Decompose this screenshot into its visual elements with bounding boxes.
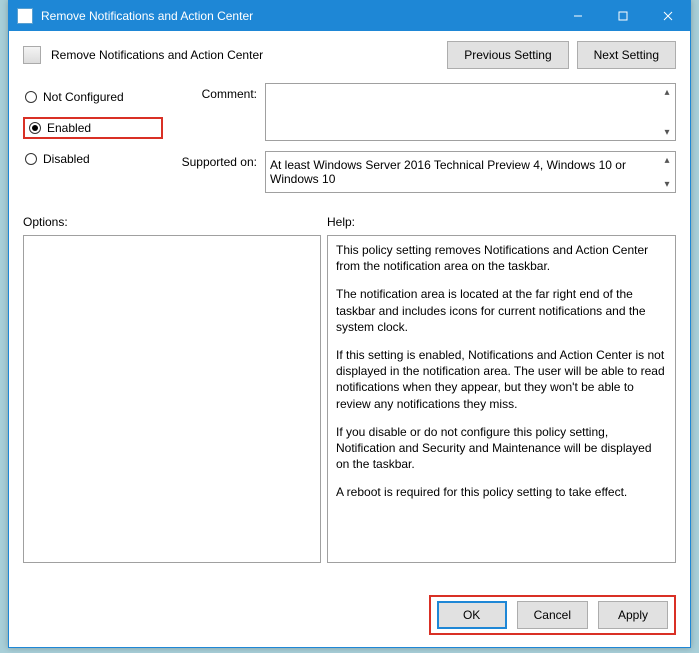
previous-setting-button[interactable]: Previous Setting [447,41,568,69]
titlebar[interactable]: Remove Notifications and Action Center [9,1,690,31]
radio-not-configured[interactable]: Not Configured [23,87,163,107]
app-icon [17,8,33,24]
help-panel: This policy setting removes Notification… [327,235,676,563]
radio-label: Disabled [43,152,90,166]
comment-input[interactable] [265,83,676,141]
next-setting-button[interactable]: Next Setting [577,41,676,69]
ok-button[interactable]: OK [437,601,507,629]
options-section-label: Options: [23,215,327,229]
radio-disabled[interactable]: Disabled [23,149,163,169]
policy-icon [23,46,41,64]
scroll-up-icon[interactable]: ▴ [660,85,674,99]
help-section-label: Help: [327,215,355,229]
help-text: If this setting is enabled, Notification… [336,347,667,412]
dialog-button-row: OK Cancel Apply [429,595,676,635]
scroll-up-icon[interactable]: ▴ [660,153,674,167]
radio-icon [25,153,37,165]
apply-button[interactable]: Apply [598,601,668,629]
window-title: Remove Notifications and Action Center [41,9,555,23]
close-button[interactable] [645,1,690,31]
supported-on-field: At least Windows Server 2016 Technical P… [265,151,676,193]
comment-label: Comment: [171,83,257,101]
help-text: If you disable or do not configure this … [336,424,667,473]
policy-editor-window: Remove Notifications and Action Center R… [8,0,691,648]
help-text: A reboot is required for this policy set… [336,484,667,500]
radio-label: Enabled [47,121,91,135]
radio-label: Not Configured [43,90,124,104]
cancel-button[interactable]: Cancel [517,601,588,629]
radio-icon [25,91,37,103]
minimize-button[interactable] [555,1,600,31]
radio-enabled[interactable]: Enabled [23,117,163,139]
maximize-button[interactable] [600,1,645,31]
help-text: This policy setting removes Notification… [336,242,667,274]
policy-title: Remove Notifications and Action Center [51,48,447,62]
help-text: The notification area is located at the … [336,286,667,335]
supported-label: Supported on: [171,151,257,169]
radio-icon [29,122,41,134]
scroll-down-icon[interactable]: ▾ [660,125,674,139]
options-panel [23,235,321,563]
state-radio-group: Not Configured Enabled Disabled [23,83,163,203]
scroll-down-icon[interactable]: ▾ [660,177,674,191]
